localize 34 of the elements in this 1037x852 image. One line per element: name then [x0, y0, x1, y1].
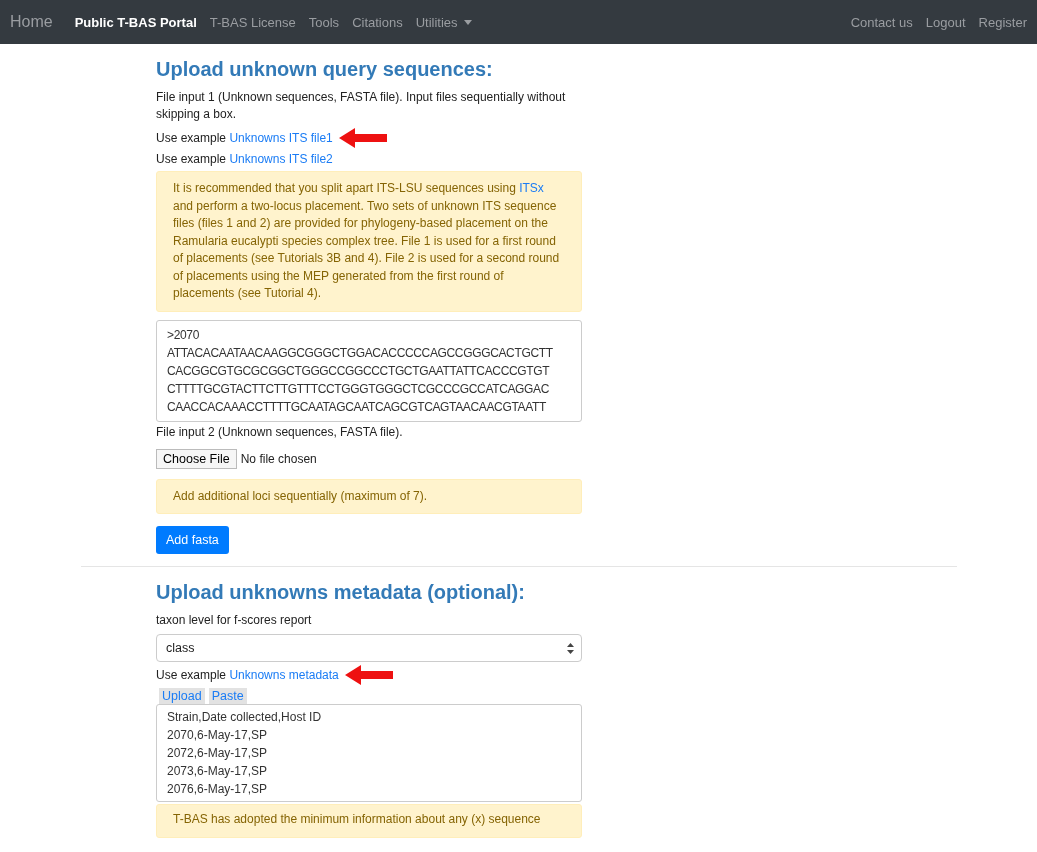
nav-link[interactable]: Logout [925, 14, 966, 30]
nav-link[interactable]: Citations [352, 14, 403, 30]
example-link[interactable]: Unknowns metadata [229, 667, 339, 682]
file-input-label: File input 1 (Unknown sequences, FASTA file). Input files sequentially without skipping a box. [156, 89, 567, 123]
choose-file-button[interactable]: Choose File [156, 448, 237, 469]
taxon-select[interactable]: class [156, 634, 582, 662]
info-alert: It is recommended that you split apart ITS-LSU sequences using ITSx and perform a two-locus placement. Two sets of unknown ITS sequence files (files 1 and 2) are provided for phylogeny-based placement on the Ramularia eucalypti species complex tree. File 1 is used for a first round of placements (see Tutorials 3B and 4). File 2 is used for a second round of placements using the MEP generated from the first round of placements (see Tutorial 4). [156, 171, 582, 312]
select-label: taxon level for f-scores report [156, 612, 313, 629]
itsx-link[interactable]: ITSx [519, 181, 544, 195]
nav-link[interactable]: Contact us [850, 14, 913, 30]
example-text: Use example Unknowns metadata [156, 666, 339, 684]
tab[interactable]: Upload [159, 688, 205, 704]
section-title: Upload unknown query sequences: [156, 58, 494, 81]
nav-link[interactable]: Register [978, 14, 1027, 30]
home-link[interactable]: Home [10, 13, 53, 31]
nav-link[interactable]: Utilities [415, 14, 472, 30]
info-alert: T-BAS has adopted the minimum information about any (x) sequence [156, 804, 582, 838]
nav-link[interactable]: T-BAS License [209, 14, 296, 30]
example-link[interactable]: Unknowns ITS file1 [229, 130, 333, 145]
sequence-textarea[interactable]: >2070 ATTACACAATAACAAGGCGGGCTGGACACCCCCAGCCGGGCACTGCTT CACGGCGTGCGCGGCTGGGCCGGCCCTGCTGAATTATTCACCCGTGT CTTTTGCGTACTTCTTGTTTCCTGGGTGGGCTCGCCCGCCATCAGGAC CAACCACAAACCTTTTGCAATAGCAATCAGCGTCAGTAACAACGTAATT [156, 319, 582, 422]
metadata-textarea[interactable]: Strain,Date collected,Host ID 2070,6-May-17,SP 2072,6-May-17,SP 2073,6-May-17,SP 2076,6-May-17,SP [156, 704, 582, 802]
nav-link[interactable]: Tools [308, 14, 340, 30]
file-status: No file chosen [240, 451, 317, 466]
section-title: Upload unknowns metadata (optional): [156, 581, 526, 604]
updown-caret-icon [567, 642, 574, 654]
tab[interactable]: Paste [208, 688, 247, 704]
file-input-label: File input 2 (Unknown sequences, FASTA file). [156, 423, 404, 441]
example-text: Use example Unknowns ITS file2 [156, 151, 333, 168]
nav-link[interactable]: Public T-BAS Portal [74, 14, 197, 30]
example-text: Use example Unknowns ITS file1 [156, 129, 333, 147]
info-alert: Add additional loci sequentially (maximum of 7). [156, 478, 582, 514]
example-link[interactable]: Unknowns ITS file2 [229, 152, 333, 166]
add-fasta-button[interactable]: Add fasta [156, 526, 229, 554]
caret-icon [463, 19, 472, 25]
